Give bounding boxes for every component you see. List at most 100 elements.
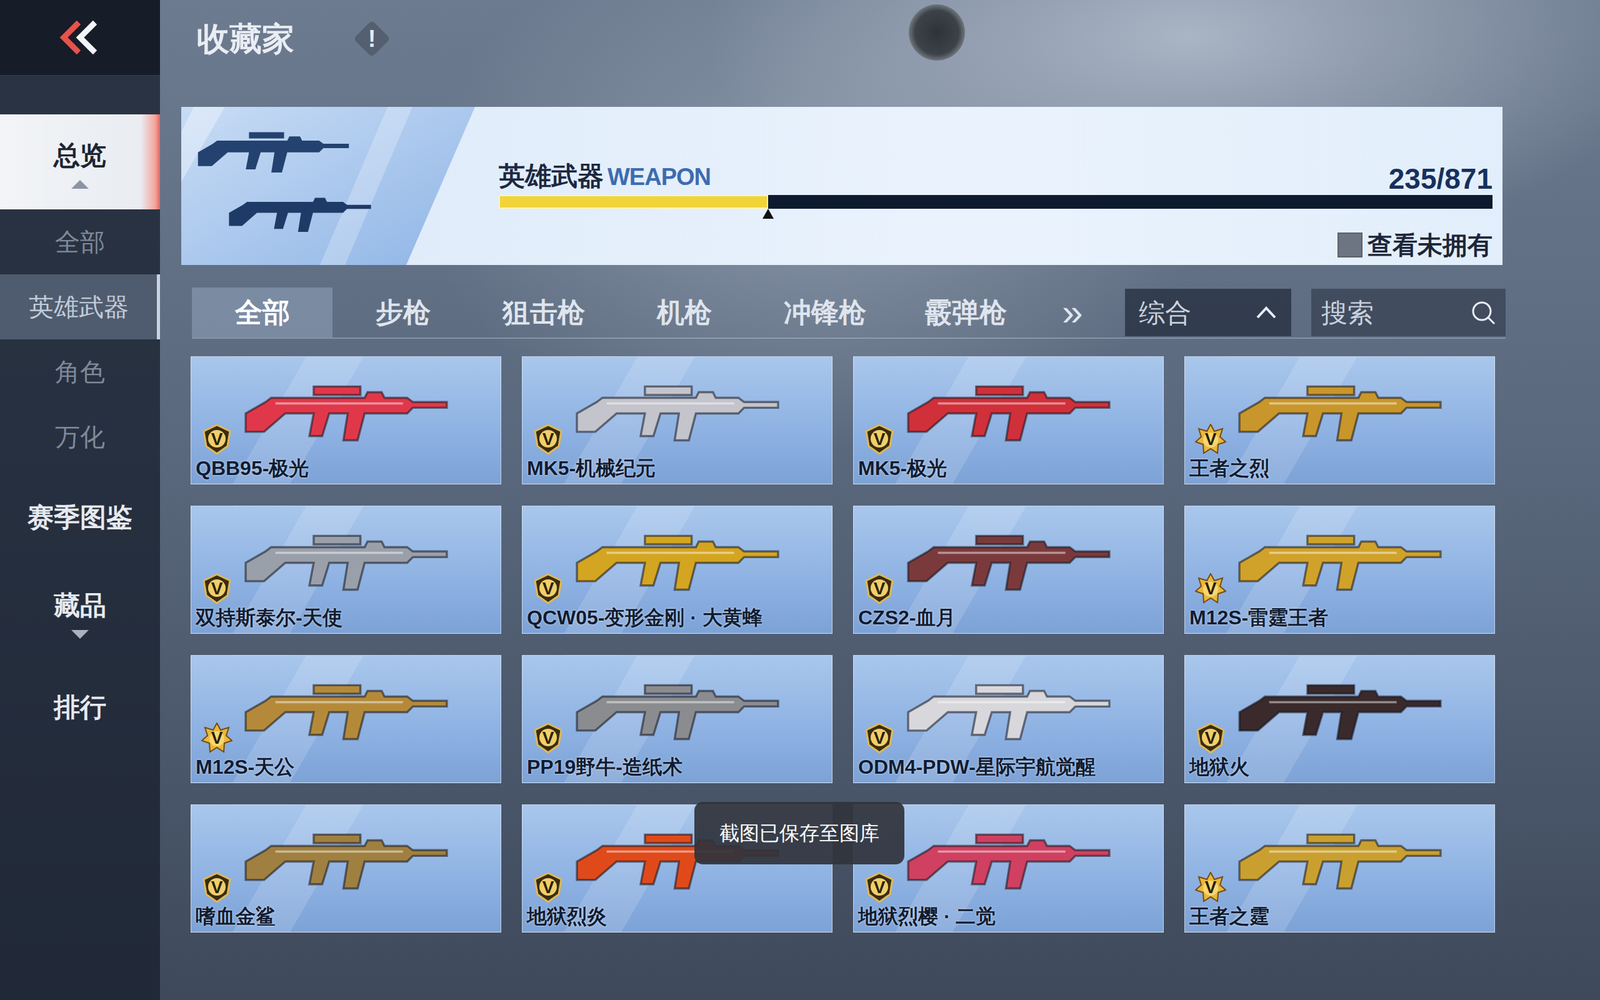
tier-letter: V: [542, 580, 555, 598]
weapon-name: 地狱火: [1189, 755, 1491, 779]
banner-info: 英雄武器WEAPON 235/871 查看未拥有: [475, 106, 1503, 265]
sidebar-item[interactable]: 总览: [0, 114, 160, 210]
back-chevrons-icon: [57, 18, 103, 57]
info-button[interactable]: !: [353, 20, 390, 57]
sidebar-item[interactable]: 全部: [0, 209, 160, 275]
category-tab[interactable]: 霰弹枪: [895, 287, 1036, 338]
weapon-card[interactable]: V嗜血金鲨: [190, 804, 502, 933]
tier-badge: V: [863, 573, 895, 605]
search-input[interactable]: [1320, 292, 1470, 334]
weapon-card[interactable]: V QCW05-变形金刚 · 大黄蜂: [521, 505, 833, 634]
weapon-card[interactable]: VM12S-天公: [190, 655, 502, 784]
tier-badge: V: [201, 573, 233, 605]
show-unowned-toggle[interactable]: 查看未拥有: [498, 226, 1493, 264]
tier-badge: V: [532, 871, 564, 904]
banner-art: [181, 106, 475, 265]
search-button[interactable]: [1469, 298, 1497, 327]
weapon-card[interactable]: VCZS2-血月: [853, 505, 1164, 634]
sidebar-item-label: 英雄武器: [28, 288, 129, 326]
weapon-card[interactable]: VQBB95-极光: [190, 356, 502, 485]
back-button[interactable]: [0, 0, 160, 77]
weapon-card[interactable]: V王者之霆: [1184, 804, 1495, 933]
tier-badge: V: [863, 871, 895, 904]
category-tab[interactable]: 步枪: [332, 287, 474, 338]
tier-badge: V: [532, 722, 564, 754]
progress-marker: [762, 208, 774, 219]
search-box[interactable]: [1311, 288, 1506, 337]
more-tabs-button[interactable]: »: [1035, 287, 1110, 338]
weapons-silhouette-icon: [181, 106, 475, 265]
collection-progress: [498, 195, 1493, 209]
weapon-icon: [1233, 668, 1447, 747]
tier-letter: V: [873, 878, 886, 897]
tier-letter: V: [211, 580, 224, 598]
weapon-name: 地狱烈炎: [526, 904, 829, 929]
show-unowned-label[interactable]: 查看未拥有: [1367, 226, 1493, 264]
tier-badge: V: [1195, 573, 1227, 605]
tier-badge: V: [1195, 871, 1227, 904]
magnifier-icon: [1469, 298, 1497, 327]
collection-progress-fill: [498, 195, 769, 209]
weapon-name: QCW05-变形金刚 · 大黄蜂: [526, 605, 829, 630]
weapon-card[interactable]: V 地狱火: [1184, 655, 1495, 784]
weapon-name: ODM4-PDW-星际宇航觉醒: [858, 755, 1160, 779]
sidebar-item-label: 角色: [55, 353, 105, 391]
weapon-icon: [240, 817, 453, 896]
weapon-icon: [902, 518, 1115, 597]
sidebar-item-label: 万化: [55, 418, 105, 456]
weapon-card[interactable]: VM12S-雷霆王者: [1184, 505, 1495, 634]
weapon-icon: [902, 817, 1115, 896]
tier-badge: V: [201, 722, 233, 754]
sort-dropdown[interactable]: 综合: [1125, 288, 1292, 337]
weapon-card[interactable]: VMK5-极光: [853, 356, 1164, 485]
weapon-name: MK5-机械纪元: [526, 456, 829, 480]
weapon-name: M12S-雷霆王者: [1189, 605, 1491, 630]
weapon-card[interactable]: V MK5-机械纪元: [521, 356, 833, 485]
weapon-icon: [1233, 369, 1447, 448]
tier-badge: V: [1195, 722, 1227, 754]
tier-badge: V: [201, 871, 233, 904]
weapon-icon: [571, 369, 784, 448]
sidebar-item[interactable]: 排行: [0, 659, 160, 755]
tier-letter: V: [873, 729, 886, 747]
weapon-card[interactable]: V王者之烈: [1184, 356, 1495, 485]
weapon-card[interactable]: VPP19野牛-造纸术: [521, 655, 833, 784]
category-tab[interactable]: 全部: [191, 287, 333, 338]
tier-letter: V: [542, 878, 555, 897]
sidebar-item-label: 排行: [53, 687, 107, 727]
page-title: 收藏家: [196, 18, 295, 59]
weapon-icon: [571, 518, 784, 597]
weapon-icon: [240, 668, 453, 747]
weapon-icon: [1233, 817, 1447, 896]
banner-title: 英雄武器: [498, 161, 604, 191]
sidebar-item[interactable]: 角色: [0, 339, 160, 405]
tier-letter: V: [211, 430, 224, 449]
tier-letter: V: [1205, 430, 1217, 449]
category-tab[interactable]: 冲锋枪: [754, 287, 895, 338]
tier-letter: V: [1205, 729, 1217, 747]
weapon-icon: [571, 668, 784, 747]
tier-letter: V: [542, 430, 555, 449]
tier-letter: V: [873, 580, 886, 598]
floating-assist-button[interactable]: [908, 4, 965, 61]
weapon-card[interactable]: V双持斯泰尔-天使: [190, 505, 502, 634]
sort-label: 综合: [1138, 293, 1192, 333]
tier-letter: V: [873, 430, 886, 449]
sidebar-list: 总览全部英雄武器角色万化赛季图鉴藏品排行: [0, 76, 160, 755]
sidebar-item[interactable]: 万化: [0, 404, 160, 470]
banner-heading: 英雄武器WEAPON: [498, 159, 711, 195]
sidebar-item-label: 赛季图鉴: [27, 497, 133, 537]
sidebar-item[interactable]: 赛季图鉴: [0, 469, 160, 565]
expand-caret-icon: [71, 630, 89, 639]
tier-badge: V: [1195, 423, 1227, 455]
category-tab[interactable]: 狙击枪: [473, 287, 614, 338]
show-unowned-checkbox[interactable]: [1337, 232, 1363, 258]
sidebar-item[interactable]: 藏品: [0, 564, 160, 660]
tier-badge: V: [863, 423, 895, 455]
tier-letter: V: [211, 729, 224, 747]
tier-badge: V: [532, 423, 564, 455]
weapon-card[interactable]: V ODM4-PDW-星际宇航觉醒: [853, 655, 1164, 784]
category-tab[interactable]: 机枪: [613, 287, 755, 338]
sidebar-item[interactable]: 英雄武器: [0, 274, 160, 340]
weapon-name: PP19野牛-造纸术: [526, 755, 829, 779]
